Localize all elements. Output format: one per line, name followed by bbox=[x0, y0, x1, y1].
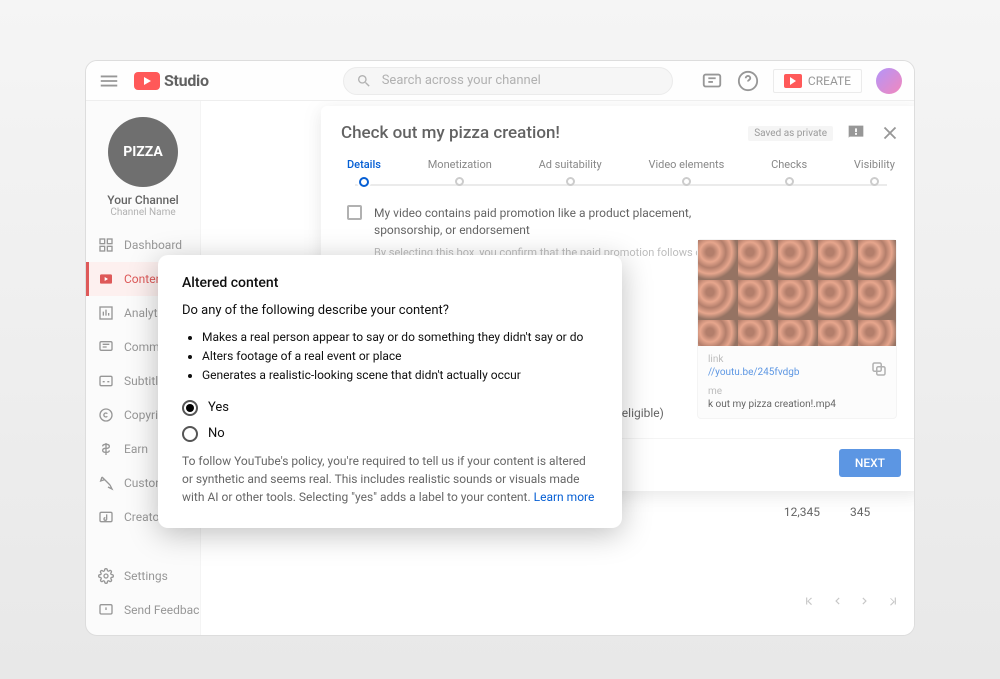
step-details[interactable]: Details bbox=[347, 158, 381, 187]
page-prev-icon[interactable] bbox=[830, 594, 844, 608]
search-icon bbox=[356, 73, 372, 89]
bullet-item: Generates a realistic-looking scene that… bbox=[202, 366, 598, 385]
create-button[interactable]: CREATE bbox=[773, 69, 862, 93]
bullet-item: Makes a real person appear to say or do … bbox=[202, 328, 598, 347]
youtube-studio-logo[interactable]: Studio bbox=[134, 71, 209, 90]
search-input[interactable]: Search across your channel bbox=[343, 67, 673, 95]
step-video-elements[interactable]: Video elements bbox=[648, 158, 724, 187]
step-ad-suitability[interactable]: Ad suitability bbox=[539, 158, 602, 187]
altered-content-popup: Altered content Do any of the following … bbox=[158, 255, 622, 528]
channel-avatar[interactable]: PIZZA bbox=[108, 117, 178, 187]
video-thumbnail-panel: link //youtu.be/245fvdgb me k out my piz… bbox=[697, 239, 897, 419]
dialog-title: Check out my pizza creation! bbox=[341, 123, 736, 143]
logo-text: Studio bbox=[164, 71, 209, 90]
popup-question: Do any of the following describe your co… bbox=[182, 303, 598, 318]
create-label: CREATE bbox=[808, 74, 851, 88]
step-checks[interactable]: Checks bbox=[771, 158, 807, 187]
filename: k out my pizza creation!.mp4 bbox=[708, 399, 886, 410]
video-link[interactable]: //youtu.be/245fvdgb bbox=[708, 367, 886, 378]
youtube-logo-icon bbox=[134, 72, 160, 90]
avatar[interactable] bbox=[876, 68, 902, 94]
page-next-icon[interactable] bbox=[858, 594, 872, 608]
learn-more-link[interactable]: Learn more bbox=[534, 490, 595, 504]
filename-label: me bbox=[708, 386, 886, 397]
topbar-actions: CREATE bbox=[701, 68, 902, 94]
feedback-icon[interactable] bbox=[845, 122, 867, 144]
camera-icon bbox=[784, 74, 802, 88]
step-visibility[interactable]: Visibility bbox=[854, 158, 895, 187]
channel-subtitle: Channel Name bbox=[86, 207, 200, 218]
close-icon[interactable] bbox=[879, 122, 901, 144]
next-button[interactable]: NEXT bbox=[839, 449, 901, 477]
saved-badge: Saved as private bbox=[748, 126, 833, 141]
radio-yes-button[interactable] bbox=[182, 400, 198, 416]
topbar: Studio Search across your channel CREATE bbox=[86, 61, 914, 101]
step-monetization[interactable]: Monetization bbox=[428, 158, 492, 187]
chat-icon[interactable] bbox=[701, 70, 723, 92]
radio-yes[interactable]: Yes bbox=[182, 400, 598, 416]
copy-icon[interactable] bbox=[870, 360, 888, 378]
table-row[interactable]: 12,345 345 bbox=[780, 505, 900, 519]
help-icon[interactable] bbox=[737, 70, 759, 92]
sidebar-item-feedback[interactable]: Send Feedback bbox=[86, 593, 200, 627]
paid-promo-checkbox[interactable] bbox=[347, 205, 362, 220]
paid-promo-label: My video contains paid promotion like a … bbox=[374, 205, 704, 239]
radio-no-button[interactable] bbox=[182, 426, 198, 442]
search-placeholder: Search across your channel bbox=[382, 73, 541, 88]
video-link-label: link bbox=[708, 354, 886, 365]
sidebar-item-settings[interactable]: Settings bbox=[86, 559, 200, 593]
bullet-item: Alters footage of a real event or place bbox=[202, 347, 598, 366]
popup-policy-text: To follow YouTube's policy, you're requi… bbox=[182, 452, 598, 506]
stepper: Details Monetization Ad suitability Vide… bbox=[321, 154, 914, 187]
radio-no[interactable]: No bbox=[182, 426, 598, 442]
video-thumbnail-image bbox=[698, 240, 896, 346]
channel-title: Your Channel bbox=[86, 193, 200, 207]
hamburger-menu-icon[interactable] bbox=[98, 70, 120, 92]
page-last-icon[interactable] bbox=[886, 594, 900, 608]
popup-heading: Altered content bbox=[182, 275, 598, 291]
page-first-icon[interactable] bbox=[802, 594, 816, 608]
pagination bbox=[802, 594, 900, 608]
popup-bullets: Makes a real person appear to say or do … bbox=[182, 328, 598, 386]
